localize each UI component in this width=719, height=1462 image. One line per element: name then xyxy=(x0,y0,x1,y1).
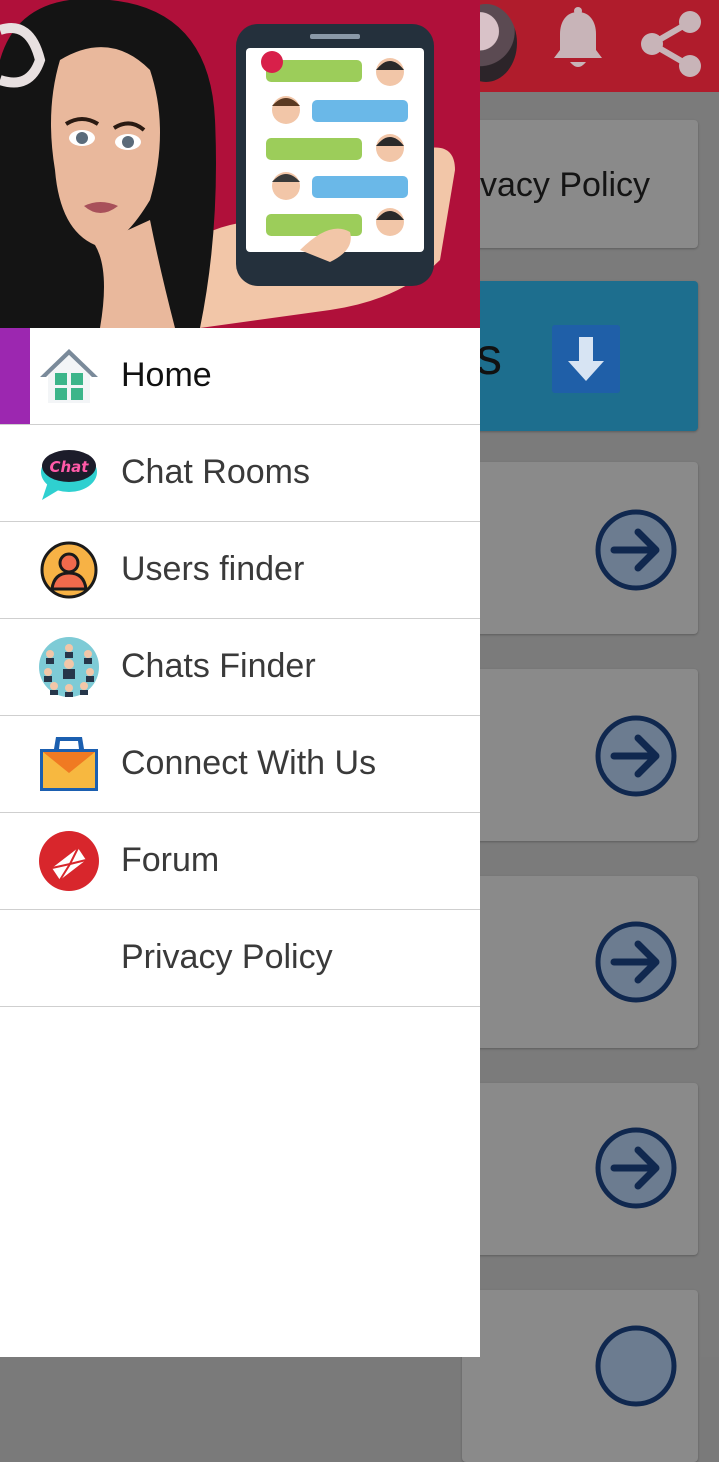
drawer-item-label: Connect With Us xyxy=(121,744,377,782)
people-network-icon xyxy=(39,637,99,697)
active-indicator xyxy=(0,328,30,424)
home-icon xyxy=(40,349,98,403)
user-icon xyxy=(40,541,98,599)
drawer-item-label: Chat Rooms xyxy=(121,453,310,491)
navigation-drawer: Home Chat Chat Rooms Users finder Chats … xyxy=(0,0,480,1357)
envelope-icon xyxy=(40,737,98,791)
drawer-item-chats-finder[interactable]: Chats Finder xyxy=(0,619,480,716)
drawer-item-users-finder[interactable]: Users finder xyxy=(0,522,480,619)
drawer-header-illustration xyxy=(0,0,480,328)
mail-badge-icon xyxy=(39,831,99,891)
drawer-item-connect-with-us[interactable]: Connect With Us xyxy=(0,716,480,813)
chat-bubble-icon: Chat xyxy=(41,450,97,500)
drawer-item-forum[interactable]: Forum xyxy=(0,813,480,910)
chat-icon-text: Chat xyxy=(50,458,90,476)
drawer-item-chat-rooms[interactable]: Chat Chat Rooms xyxy=(0,425,480,522)
drawer-item-label: Forum xyxy=(121,841,220,879)
drawer-menu: Home Chat Chat Rooms Users finder Chats … xyxy=(0,328,480,1007)
drawer-item-home[interactable]: Home xyxy=(0,328,480,425)
drawer-item-label: Privacy Policy xyxy=(121,938,333,976)
drawer-item-label: Chats Finder xyxy=(121,647,316,685)
chat-app-illustration xyxy=(0,0,480,328)
drawer-item-label: Users finder xyxy=(121,550,305,588)
drawer-item-label: Home xyxy=(121,356,212,394)
drawer-item-privacy-policy[interactable]: Privacy Policy xyxy=(0,910,480,1007)
